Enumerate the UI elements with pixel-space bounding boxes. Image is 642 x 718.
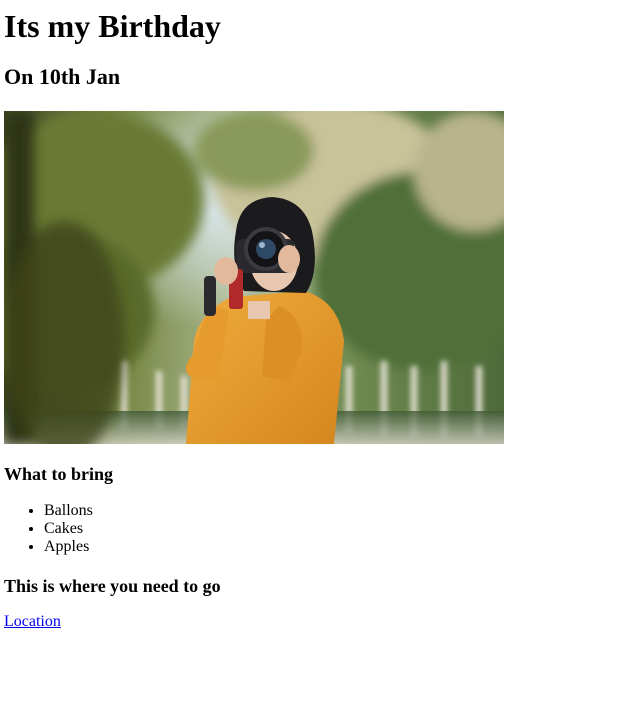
page-title: Its my Birthday <box>4 8 221 44</box>
page: Its my Birthday On 10th Jan What to brin… <box>0 0 642 631</box>
list-item: Ballons <box>44 502 638 520</box>
list-item: Cakes <box>44 520 638 538</box>
bring-list: Ballons Cakes Apples <box>4 502 638 556</box>
page-subtitle: On 10th Jan <box>4 64 121 89</box>
location-link[interactable]: Location <box>4 613 61 631</box>
list-item: Apples <box>44 538 638 556</box>
birthday-photo <box>4 111 504 444</box>
directions-heading: This is where you need to go <box>4 576 221 596</box>
what-to-bring-heading: What to bring <box>4 464 114 484</box>
photo-woman-with-camera-icon <box>4 111 504 444</box>
